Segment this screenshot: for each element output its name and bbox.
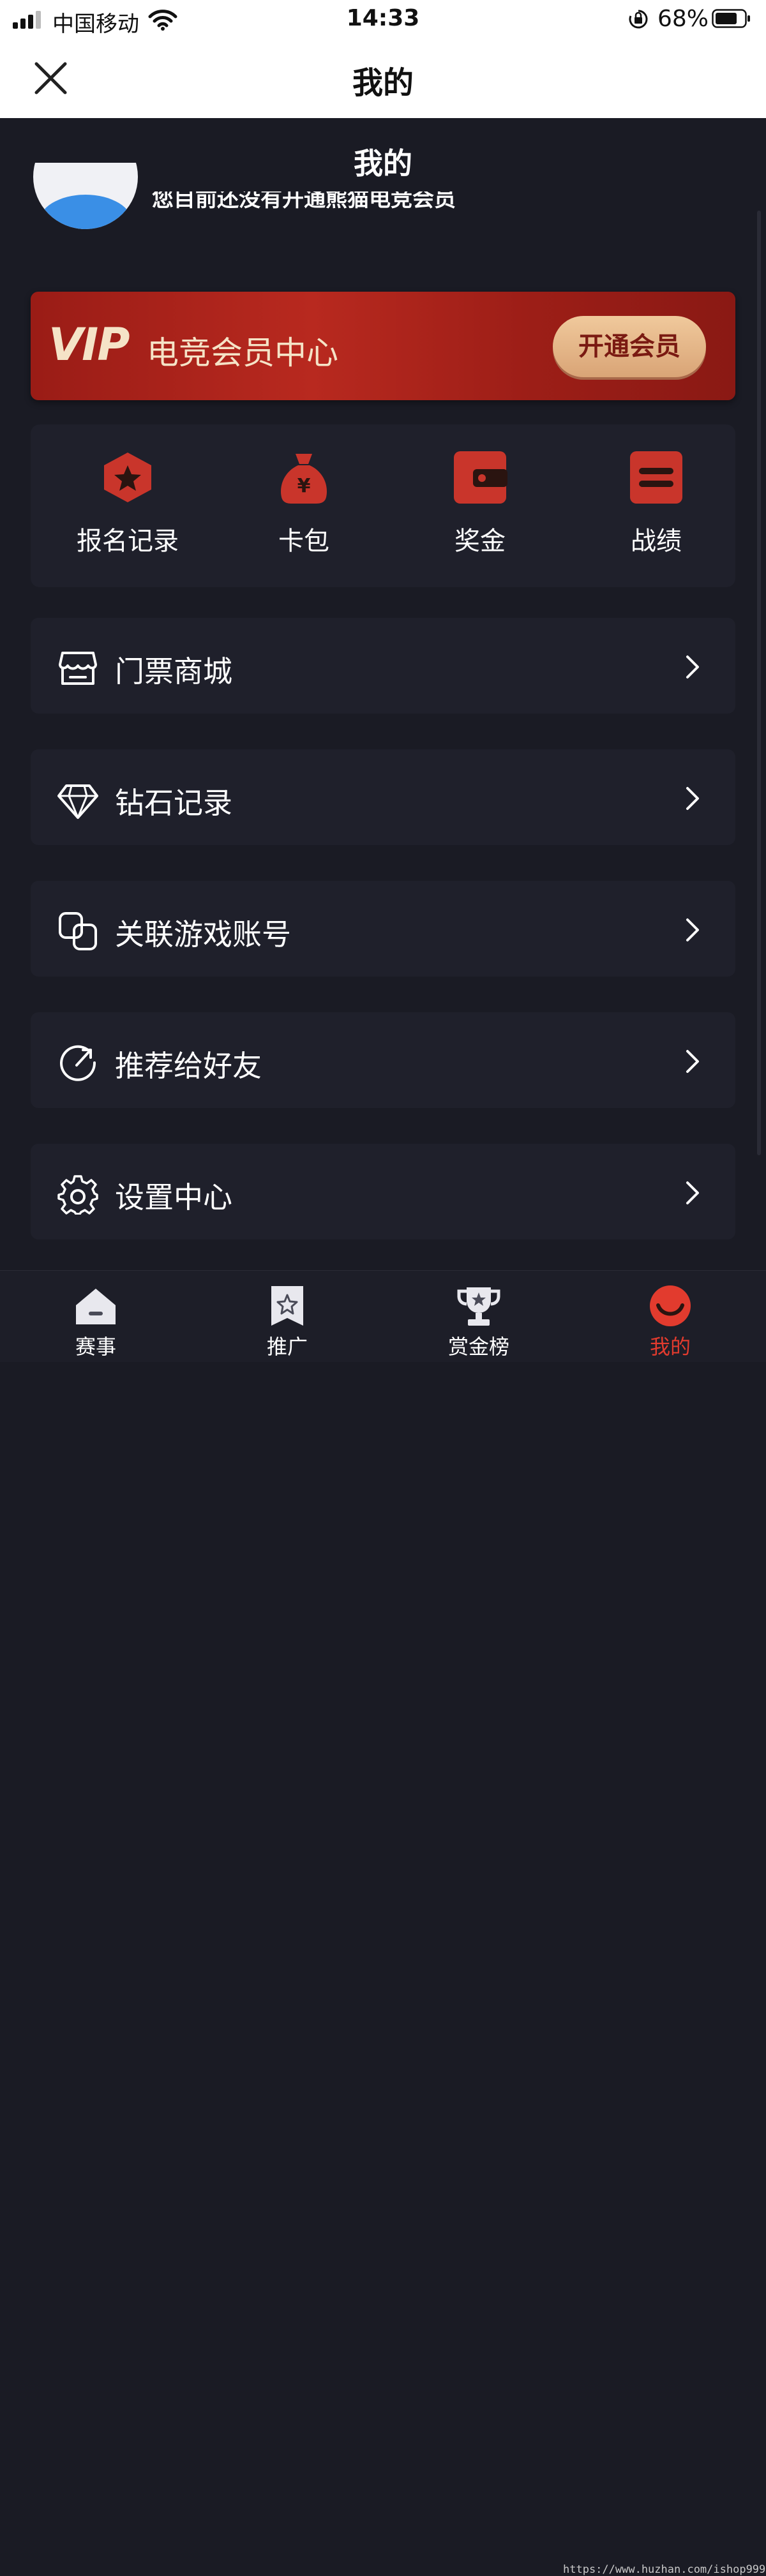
tab-label: 赏金榜 — [447, 1335, 509, 1359]
tab-label: 我的 — [649, 1335, 691, 1359]
tab-bar: 赛事 推广 赏金榜 我的 https://www.huzhan.com/isho… — [0, 1270, 766, 2576]
record-icon — [630, 451, 682, 504]
chevron-right-icon — [686, 1181, 699, 1204]
home-icon — [76, 1289, 116, 1324]
member-status-text: 您目前还没有开通熊猫电竞会员 — [152, 191, 456, 212]
gear-icon — [57, 1175, 98, 1215]
menu-label: 钻石记录 — [115, 786, 232, 820]
scrollbar[interactable] — [757, 211, 761, 1155]
status-bar: 中国移动 14:33 68% — [0, 0, 766, 38]
chevron-right-icon — [686, 918, 699, 941]
menu-label: 设置中心 — [115, 1180, 232, 1215]
battery-icon — [712, 9, 750, 28]
quick-action-label: 报名记录 — [77, 527, 179, 556]
tab-events[interactable]: 赛事 — [0, 1271, 192, 1362]
menu-label: 关联游戏账号 — [115, 917, 291, 952]
svg-text:¥: ¥ — [297, 475, 311, 497]
money-bag-icon: ¥ — [281, 454, 327, 504]
battery-percent: 68% — [657, 6, 709, 32]
clock: 14:33 — [346, 5, 420, 31]
open-membership-button[interactable]: 开通会员 — [553, 316, 706, 377]
wallet-icon — [454, 451, 507, 504]
chevron-right-icon — [686, 787, 699, 810]
tab-mine[interactable]: 我的 — [574, 1271, 766, 1362]
tab-promotion[interactable]: 推广 — [192, 1271, 383, 1362]
quick-action-bonus[interactable]: 奖金 — [416, 450, 544, 571]
share-icon — [60, 1045, 96, 1081]
vip-banner[interactable]: VIP 电竞会员中心 开通会员 — [31, 292, 735, 400]
menu-label: 门票商城 — [115, 654, 232, 689]
quick-action-card-wallet[interactable]: ¥ 卡包 — [240, 450, 368, 571]
smile-icon — [650, 1285, 691, 1326]
menu-item-settings[interactable]: 设置中心 — [31, 1144, 735, 1239]
bookmark-star-icon — [271, 1286, 303, 1326]
menu-item-diamond-records[interactable]: 钻石记录 — [31, 749, 735, 845]
quick-action-records[interactable]: 战绩 — [592, 450, 720, 571]
quick-action-signup-records[interactable]: 报名记录 — [64, 450, 192, 571]
header-title: 我的 — [352, 65, 414, 101]
menu-item-link-game-account[interactable]: 关联游戏账号 — [31, 881, 735, 977]
chevron-right-icon — [686, 655, 699, 678]
quick-action-label: 奖金 — [454, 527, 506, 556]
menu-item-ticket-store[interactable]: 门票商城 — [31, 618, 735, 714]
menu-item-recommend-friend[interactable]: 推荐给好友 — [31, 1012, 735, 1108]
quick-action-label: 卡包 — [278, 527, 329, 556]
vip-title: 电竞会员中心 — [147, 334, 338, 371]
chevron-right-icon — [686, 1050, 699, 1073]
star-badge-icon — [104, 453, 151, 502]
watermark: https://www.huzhan.com/ishop999 — [563, 2563, 766, 2576]
trophy-icon — [457, 1287, 500, 1326]
app-header: 我的 — [0, 38, 766, 118]
tab-label: 推广 — [266, 1335, 308, 1359]
vip-badge: VIP — [49, 318, 130, 371]
menu-label: 推荐给好友 — [115, 1049, 262, 1083]
diamond-icon — [57, 784, 98, 819]
rotation-lock-icon — [629, 10, 648, 29]
tab-bounty-board[interactable]: 赏金榜 — [383, 1271, 574, 1362]
store-icon — [59, 652, 97, 685]
link-icon — [59, 912, 97, 950]
quick-action-label: 战绩 — [631, 527, 682, 556]
avatar[interactable] — [33, 163, 138, 233]
tab-label: 赛事 — [75, 1335, 116, 1359]
quick-actions-panel: 报名记录 ¥ 卡包 奖金 战绩 — [31, 424, 735, 587]
